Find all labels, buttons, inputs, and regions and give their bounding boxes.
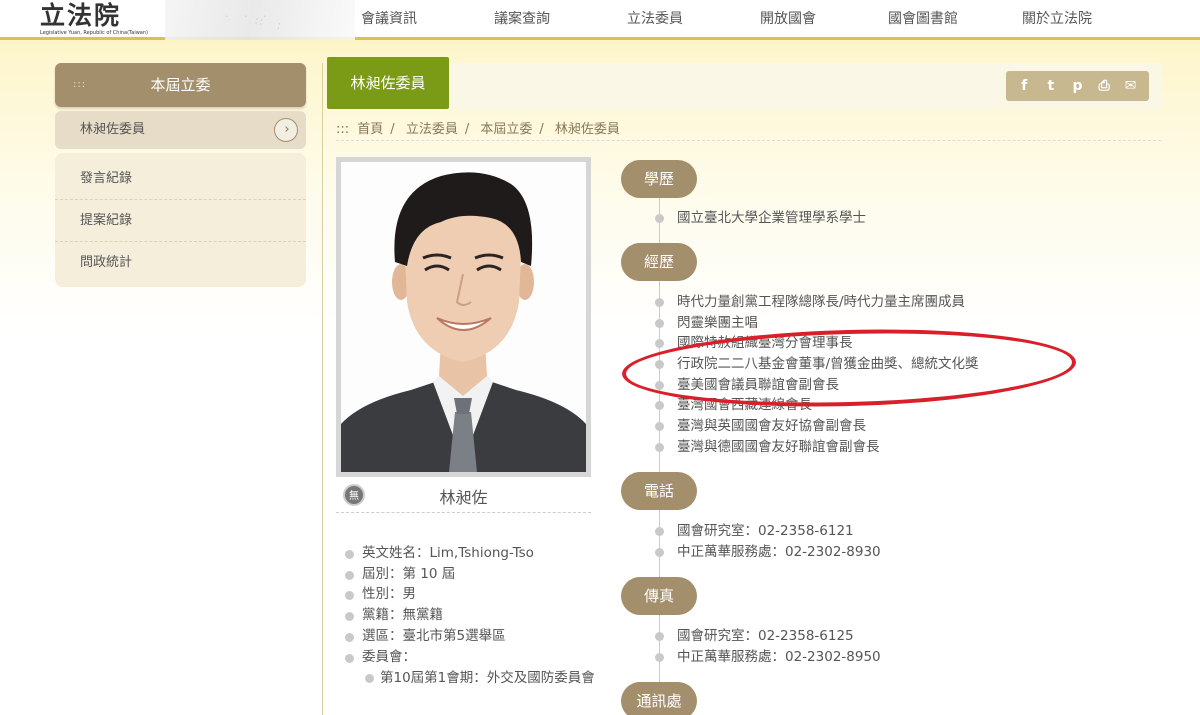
- info-committee-label: 委員會：: [345, 647, 595, 668]
- list-item: 臺灣與英國國會友好協會副會長: [655, 416, 979, 437]
- sidebar-title-label: 本屆立委: [150, 76, 211, 94]
- share-toolbar: f t p ⎙ ✉: [1006, 71, 1149, 101]
- info-gender: 性別：男: [345, 584, 595, 605]
- legislator-photo: [341, 162, 586, 472]
- list-item: 中正萬華服務處：02-2302-8930: [655, 542, 881, 563]
- profile-info-list: 英文姓名：Lim,Tshiong-Tso 屆別：第 10 屆 性別：男 黨籍：無…: [345, 543, 595, 687]
- main-nav: 會議資訊 議案查詢 立法委員 開放國會 國會圖書館 關於立法院: [360, 0, 1093, 40]
- twitter-icon[interactable]: t: [1041, 78, 1061, 94]
- section-title-address: 通訊處: [621, 682, 697, 715]
- section-title-phone: 電話: [621, 472, 697, 510]
- breadcrumb-home[interactable]: 首頁: [357, 122, 383, 137]
- print-icon[interactable]: ⎙: [1094, 78, 1114, 94]
- header-decoration: · · · ∷ ∶: [165, 0, 355, 40]
- sidebar: ::: 本屆立委 林昶佐委員 › 發言紀錄 提案紀錄 問政統計: [55, 63, 306, 287]
- sidebar-links: 發言紀錄 提案紀錄 問政統計: [55, 153, 306, 287]
- plurk-icon[interactable]: p: [1067, 78, 1087, 94]
- mail-icon[interactable]: ✉: [1121, 78, 1141, 94]
- breadcrumb-prefix: :::: [336, 122, 350, 137]
- breadcrumb-current: 林昶佐委員: [554, 122, 620, 137]
- section-title-fax: 傳真: [621, 577, 697, 615]
- facebook-icon[interactable]: f: [1014, 78, 1034, 94]
- nav-open-parliament[interactable]: 開放國會: [759, 0, 817, 40]
- sidebar-item-proposal-records[interactable]: 提案紀錄: [55, 200, 306, 242]
- sidebar-title-dots: :::: [73, 79, 87, 90]
- main-divider: [322, 63, 323, 715]
- section-title-experience: 經歷: [621, 243, 697, 281]
- info-district: 選區：臺北市第5選舉區: [345, 626, 595, 647]
- nav-legislators[interactable]: 立法委員: [626, 0, 684, 40]
- list-item: 中正萬華服務處：02-2302-8950: [655, 647, 881, 668]
- chevron-right-icon: ›: [274, 118, 298, 142]
- list-item: 國立臺北大學企業管理學系學士: [655, 208, 866, 229]
- sidebar-item-interpellation-stats[interactable]: 問政統計: [55, 242, 306, 284]
- education-list: 國立臺北大學企業管理學系學士: [655, 208, 866, 229]
- list-item: 國會研究室：02-2358-6125: [655, 626, 881, 647]
- nav-meeting-info[interactable]: 會議資訊: [360, 0, 418, 40]
- fax-list: 國會研究室：02-2358-6125 中正萬華服務處：02-2302-8950: [655, 626, 881, 667]
- breadcrumb-divider: [336, 140, 1161, 141]
- sidebar-title: ::: 本屆立委: [55, 63, 306, 107]
- logo-subtext: Legislative Yuan, Republic of China(Taiw…: [40, 30, 148, 36]
- nav-about[interactable]: 關於立法院: [1021, 0, 1093, 40]
- legislator-photo-frame: [336, 157, 591, 477]
- site-logo[interactable]: 立法院 Legislative Yuan, Republic of China(…: [40, 2, 150, 38]
- breadcrumb: ::: 首頁 / 立法委員 / 本屆立委 / 林昶佐委員: [336, 122, 620, 137]
- sidebar-item-label: 林昶佐委員: [80, 122, 146, 137]
- list-item: 時代力量創黨工程隊總隊長/時代力量主席團成員: [655, 292, 979, 313]
- list-item: 國會研究室：02-2358-6121: [655, 521, 881, 542]
- info-english-name: 英文姓名：Lim,Tshiong-Tso: [345, 543, 595, 564]
- nav-library[interactable]: 國會圖書館: [887, 0, 959, 40]
- section-title-education: 學歷: [621, 160, 697, 198]
- logo-text: 立法院: [40, 1, 122, 30]
- list-item: 臺灣與德國國會友好聯誼會副會長: [655, 437, 979, 458]
- info-term: 屆別：第 10 屆: [345, 564, 595, 585]
- sidebar-item-speech-records[interactable]: 發言紀錄: [55, 158, 306, 200]
- breadcrumb-legislators[interactable]: 立法委員: [406, 122, 458, 137]
- sidebar-item-current-legislator[interactable]: 林昶佐委員 ›: [55, 111, 306, 149]
- legislator-name: 林昶佐: [439, 488, 488, 507]
- page-title: 林昶佐委員: [327, 57, 449, 109]
- nav-bill-search[interactable]: 議案查詢: [493, 0, 551, 40]
- site-header: 立法院 Legislative Yuan, Republic of China(…: [0, 0, 1200, 40]
- breadcrumb-current-term[interactable]: 本屆立委: [480, 122, 532, 137]
- name-divider: [336, 512, 591, 513]
- phone-list: 國會研究室：02-2358-6121 中正萬華服務處：02-2302-8930: [655, 521, 881, 562]
- info-committee-item: 第10屆第1會期：外交及國防委員會: [345, 669, 595, 687]
- info-party: 黨籍：無黨籍: [345, 605, 595, 626]
